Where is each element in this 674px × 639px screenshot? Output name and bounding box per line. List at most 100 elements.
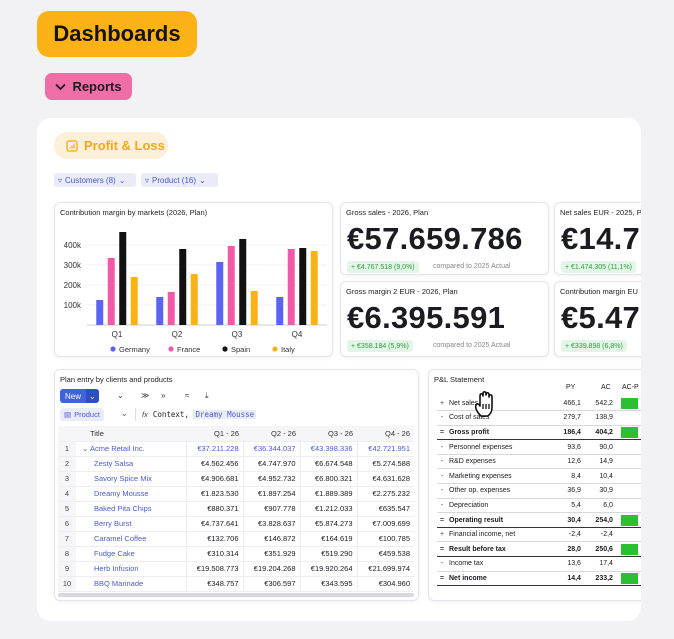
cell-q4[interactable]: €459.538 [356, 546, 414, 562]
cell-q2[interactable]: €351.929 [242, 546, 300, 562]
chart-toggle-icon[interactable]: ≈ [185, 391, 189, 400]
kpi-net-sales[interactable]: Net sales EUR - 2025, Plan €14.7 + €1.47… [554, 202, 641, 275]
pl-row[interactable]: - Depreciation 5,4 6,0 [437, 498, 641, 514]
cell-q1[interactable]: €880.371 [185, 501, 243, 517]
kpi-contribution-margin[interactable]: Contribution margin EU €5.47 + €339.898 … [554, 281, 641, 357]
pl-row[interactable]: - Income tax 13,6 17,4 [437, 556, 641, 572]
pl-row[interactable]: - Personnel expenses 93,6 90,0 [437, 439, 641, 455]
cell-q4[interactable]: €5.274.588 [356, 456, 414, 472]
cell-q2[interactable]: €36.344.037 [242, 441, 300, 457]
cell-q2[interactable]: €4.952.732 [242, 471, 300, 487]
cell-q1[interactable]: €1.823.530 [185, 486, 243, 502]
pl-row[interactable]: - Marketing expenses 8,4 10,4 [437, 468, 641, 485]
cell-q3[interactable]: €6.674.548 [299, 456, 357, 472]
row-title[interactable]: BBQ Marinade [76, 576, 186, 592]
cell-q4[interactable]: €4.631.628 [356, 471, 414, 487]
cell-q4[interactable]: €42.721.951 [356, 441, 414, 457]
filter-customers[interactable]: ▿ Customers (8) ⌄ [54, 173, 136, 187]
row-title[interactable]: Fudge Cake [76, 546, 186, 562]
pl-row[interactable]: - Other op. expenses 36,9 30,9 [437, 483, 641, 499]
pl-row[interactable]: = Operating result 30,4 254,0 [437, 512, 641, 528]
column-header-title[interactable]: Title [76, 426, 186, 442]
cell-q1[interactable]: €310.314 [185, 546, 243, 562]
pl-row[interactable]: + Net sales 466,1 542,2 [437, 396, 641, 412]
pl-row[interactable]: = Gross profit 186,4 404,2 [437, 425, 641, 441]
horizontal-scrollbar[interactable] [58, 593, 414, 597]
cell-q4[interactable]: €304.960 [356, 576, 414, 592]
cell-q2[interactable]: €1.897.254 [242, 486, 300, 502]
pl-row[interactable]: - R&D expenses 12,6 14,9 [437, 454, 641, 470]
collapse-icon[interactable]: » [161, 391, 165, 400]
reports-button[interactable]: Reports [45, 73, 132, 100]
cell-q1[interactable]: €132.706 [185, 531, 243, 547]
row-title[interactable]: Berry Burst [76, 516, 186, 532]
chevron-down-icon[interactable]: ⌄ [117, 391, 124, 400]
cell-q2[interactable]: €3.828.637 [242, 516, 300, 532]
cell-q1[interactable]: €19.508.773 [185, 561, 243, 577]
dashboards-button[interactable]: Dashboards [37, 11, 197, 57]
expand-icon[interactable]: ≫ [141, 391, 149, 400]
cell-q4[interactable]: €635.547 [356, 501, 414, 517]
table-row[interactable]: 9 Herb Infusion €19.508.773 €19.204.268 €19.… [58, 561, 414, 577]
cell-q3[interactable]: €6.800.321 [299, 471, 357, 487]
cell-q2[interactable]: €907.778 [242, 501, 300, 517]
row-title[interactable]: ⌄ Acme Retail Inc. [76, 441, 186, 457]
chevron-down-icon[interactable]: ⌄ [82, 444, 90, 453]
cell-q2[interactable]: €4.747.970 [242, 456, 300, 472]
new-dropdown-button[interactable]: ⌄ [86, 389, 99, 403]
column-header-q3[interactable]: Q3 - 26 [300, 426, 357, 442]
download-icon[interactable]: ⤓ [205, 391, 209, 401]
cell-q3[interactable]: €1.889.389 [299, 486, 357, 502]
table-row[interactable]: 6 Berry Burst €4.737.641 €3.828.637 €5.874.2… [58, 516, 414, 532]
kpi-gross-sales[interactable]: Gross sales - 2026, Plan €57.659.786 + €… [340, 202, 549, 275]
row-title[interactable]: Herb Infusion [76, 561, 186, 577]
cell-q3[interactable]: €43.398.336 [299, 441, 357, 457]
table-row[interactable]: 10 BBQ Marinade €348.757 €306.597 €343.595 €3… [58, 576, 414, 592]
column-header-q4[interactable]: Q4 - 26 [357, 426, 414, 442]
table-row[interactable]: 4 Dreamy Mousse €1.823.530 €1.897.254 €1.889… [58, 486, 414, 502]
cell-q4[interactable]: €100.785 [356, 531, 414, 547]
cell-q1[interactable]: €4.906.681 [185, 471, 243, 487]
product-dimension-chip[interactable]: ▤ Product [60, 408, 104, 421]
table-row[interactable]: 1 ⌄ Acme Retail Inc. €37.211.228 €36.344.03… [58, 441, 414, 457]
row-title[interactable]: Savory Spice Mix [76, 471, 186, 487]
cell-q1[interactable]: €348.757 [185, 576, 243, 592]
cell-q2[interactable]: €306.597 [242, 576, 300, 592]
column-header-q2[interactable]: Q2 - 26 [243, 426, 300, 442]
new-button[interactable]: New [60, 389, 87, 403]
table-row[interactable]: 5 Baked Pita Chips €880.371 €907.778 €1.212.… [58, 501, 414, 517]
table-row[interactable]: 2 Zesty Salsa €4.562.456 €4.747.970 €6.674.5… [58, 456, 414, 472]
filter-product[interactable]: ▿ Product (16) ⌄ [141, 173, 218, 187]
column-header-q1[interactable]: Q1 - 26 [186, 426, 243, 442]
pl-row[interactable]: = Result before tax 28,0 250,6 [437, 541, 641, 558]
table-row[interactable]: 7 Caramel Coffee €132.706 €146.872 €164.619 €… [58, 531, 414, 547]
row-title[interactable]: Caramel Coffee [76, 531, 186, 547]
pl-row[interactable]: - Cost of sales 279,7 138,9 [437, 410, 641, 426]
cell-q3[interactable]: €519.290 [299, 546, 357, 562]
cell-q2[interactable]: €146.872 [242, 531, 300, 547]
profit-loss-tab[interactable]: Profit & Loss [54, 132, 168, 159]
cell-q3[interactable]: €1.212.033 [299, 501, 357, 517]
kpi-gross-margin[interactable]: Gross margin 2 EUR - 2026, Plan €6.395.5… [340, 281, 549, 357]
pl-row[interactable]: + Financial income, net -2,4 -2,4 [437, 527, 641, 543]
bar-germany-q2 [156, 297, 164, 325]
cell-q4[interactable]: €7.009.699 [356, 516, 414, 532]
table-row[interactable]: 8 Fudge Cake €310.314 €351.929 €519.290 €459.… [58, 546, 414, 562]
cell-q4[interactable]: €2.275.232 [356, 486, 414, 502]
cell-q1[interactable]: €4.562.456 [185, 456, 243, 472]
cell-q1[interactable]: €37.211.228 [185, 441, 243, 457]
row-title[interactable]: Dreamy Mousse [76, 486, 186, 502]
cell-q1[interactable]: €4.737.641 [185, 516, 243, 532]
cell-q3[interactable]: €19.920.264 [299, 561, 357, 577]
chevron-down-icon[interactable]: ⌄ [121, 409, 128, 418]
pl-row[interactable]: = Net income 14,4 233,2 [437, 571, 641, 587]
formula-bar[interactable]: fx Context, Dreamy Mousse [135, 408, 413, 421]
cell-q4[interactable]: €21.699.974 [356, 561, 414, 577]
cell-q3[interactable]: €164.619 [299, 531, 357, 547]
row-title[interactable]: Baked Pita Chips [76, 501, 186, 517]
cell-q3[interactable]: €5.874.273 [299, 516, 357, 532]
row-title[interactable]: Zesty Salsa [76, 456, 186, 472]
cell-q3[interactable]: €343.595 [299, 576, 357, 592]
cell-q2[interactable]: €19.204.268 [242, 561, 300, 577]
table-row[interactable]: 3 Savory Spice Mix €4.906.681 €4.952.732 €6.… [58, 471, 414, 487]
